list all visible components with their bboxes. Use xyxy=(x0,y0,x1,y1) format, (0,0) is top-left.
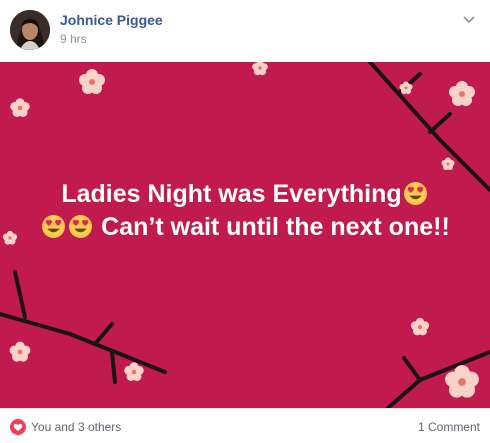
message-line-1: Ladies Night was Everything xyxy=(61,180,402,208)
author-avatar[interactable] xyxy=(10,10,50,50)
message-line-2: Can’t wait until the next one!! xyxy=(101,213,450,241)
post-header: Johnice Piggee 9 hrs xyxy=(0,0,490,58)
post-footer: You and 3 others 1 Comment xyxy=(0,408,490,443)
chevron-down-icon[interactable] xyxy=(462,12,476,24)
post-timestamp[interactable]: 9 hrs xyxy=(60,32,87,46)
reactions-summary[interactable]: You and 3 others xyxy=(31,420,121,434)
post-background-banner: Ladies Night was Everything Can’t wait u… xyxy=(0,62,490,408)
post-message: Ladies Night was Everything Can’t wait u… xyxy=(20,178,470,244)
heart-eyes-emoji-icon xyxy=(42,215,66,238)
heart-reaction-icon[interactable] xyxy=(10,419,26,435)
heart-eyes-emoji-icon xyxy=(403,182,427,205)
heart-eyes-emoji-icon xyxy=(69,215,93,238)
author-name[interactable]: Johnice Piggee xyxy=(60,12,163,28)
facebook-post: Johnice Piggee 9 hrs Ladies Night was Ev… xyxy=(0,0,490,442)
comments-count-link[interactable]: 1 Comment xyxy=(418,420,480,434)
